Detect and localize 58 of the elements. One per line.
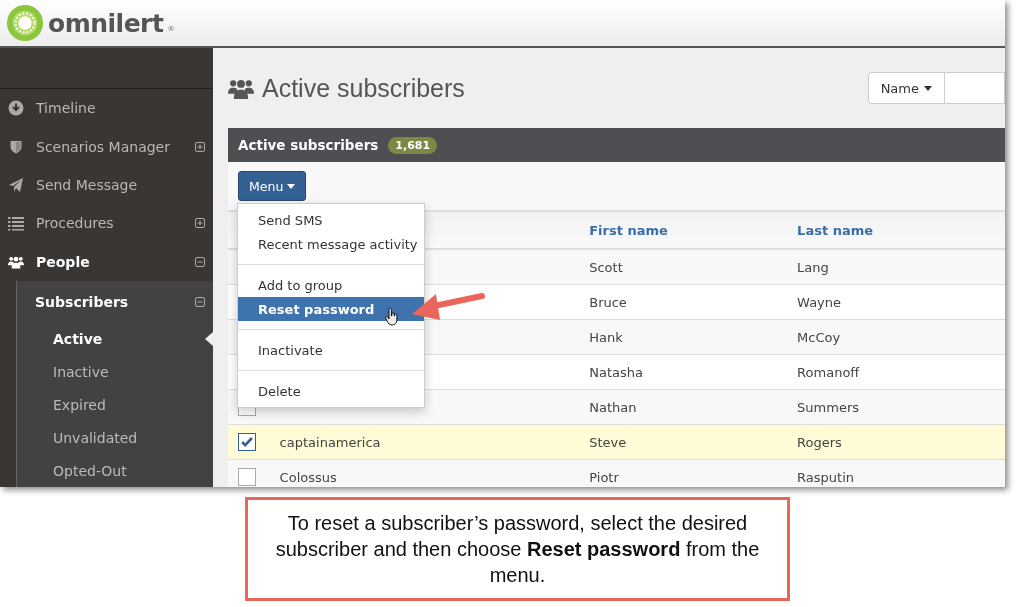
row-checkbox[interactable] [238,433,256,451]
table-cell: Scott [589,259,623,275]
collapse-icon[interactable] [195,296,205,307]
sidebar-subitem[interactable]: Expired [17,388,213,422]
count-badge: 1,681 [388,136,438,154]
list-icon [8,215,24,232]
page-title: Active subscribers [262,73,466,103]
table-cell: Piotr [589,469,619,485]
table-cell: McCoy [797,329,841,345]
table-cell: Wayne [797,294,842,310]
sidebar-subitem[interactable]: Subscribers [17,281,213,323]
menu-item[interactable]: Delete [238,379,424,403]
menu-item[interactable]: Send SMS [238,208,424,232]
paper-plane-icon [8,177,24,193]
table-cell: Bruce [589,294,627,310]
sidebar-subitem[interactable]: Unvalidated [17,421,213,455]
column-header[interactable]: First name [589,222,668,238]
table-cell: Romanoff [797,364,860,380]
panel-title: Active subscribers [238,137,379,153]
table-cell: captainamerica [279,434,381,450]
menu-item[interactable]: Reset password [238,297,424,321]
sidebar-subitem[interactable]: Opted-Out [17,454,213,487]
table-cell: Hank [589,329,623,345]
logo-icon [6,4,44,42]
table-cell: Lang [797,259,829,275]
menu-item[interactable]: Add to group [238,273,424,297]
download-circle-icon [8,100,24,117]
column-header[interactable]: Last name [797,222,874,238]
search-field[interactable] [945,72,1005,104]
sidebar-subitem[interactable]: Inactive [17,355,213,389]
table-cell: Natasha [589,364,643,380]
expand-icon[interactable] [195,141,205,152]
caret-icon [287,183,296,189]
callout-text: To reset a subscriber’s password, select the desired subscriber and then choose Reset password from the menu. [245,497,790,601]
menu-item[interactable]: Inactivate [238,338,424,362]
people-icon [228,77,254,99]
logo-text: omnilert [48,8,164,38]
table-cell: Summers [797,399,860,415]
row-checkbox[interactable] [238,468,256,486]
shield-icon [8,138,24,155]
sidebar-item[interactable]: Procedures [0,204,213,243]
expand-icon[interactable] [195,218,205,229]
sidebar-item[interactable]: Send Message [0,165,213,205]
menu-item[interactable]: Recent message activity [238,232,424,256]
table-cell: Steve [589,434,627,450]
hand-cursor-icon [385,308,399,326]
sidebar-subitem[interactable]: Active [17,322,213,356]
table-cell: Rasputin [797,469,855,485]
sidebar-item[interactable]: Scenarios Manager [0,127,213,166]
table-cell: Nathan [589,399,637,415]
menu-button[interactable]: Menu [238,171,307,201]
sidebar-item[interactable]: Timeline [0,89,213,128]
caret-icon [924,85,932,91]
sidebar-item[interactable]: People [0,242,213,282]
table-cell: Colossus [279,469,337,485]
table-cell: Rogers [797,434,842,450]
collapse-icon[interactable] [195,256,205,267]
field-dropdown[interactable]: Name [867,72,945,104]
